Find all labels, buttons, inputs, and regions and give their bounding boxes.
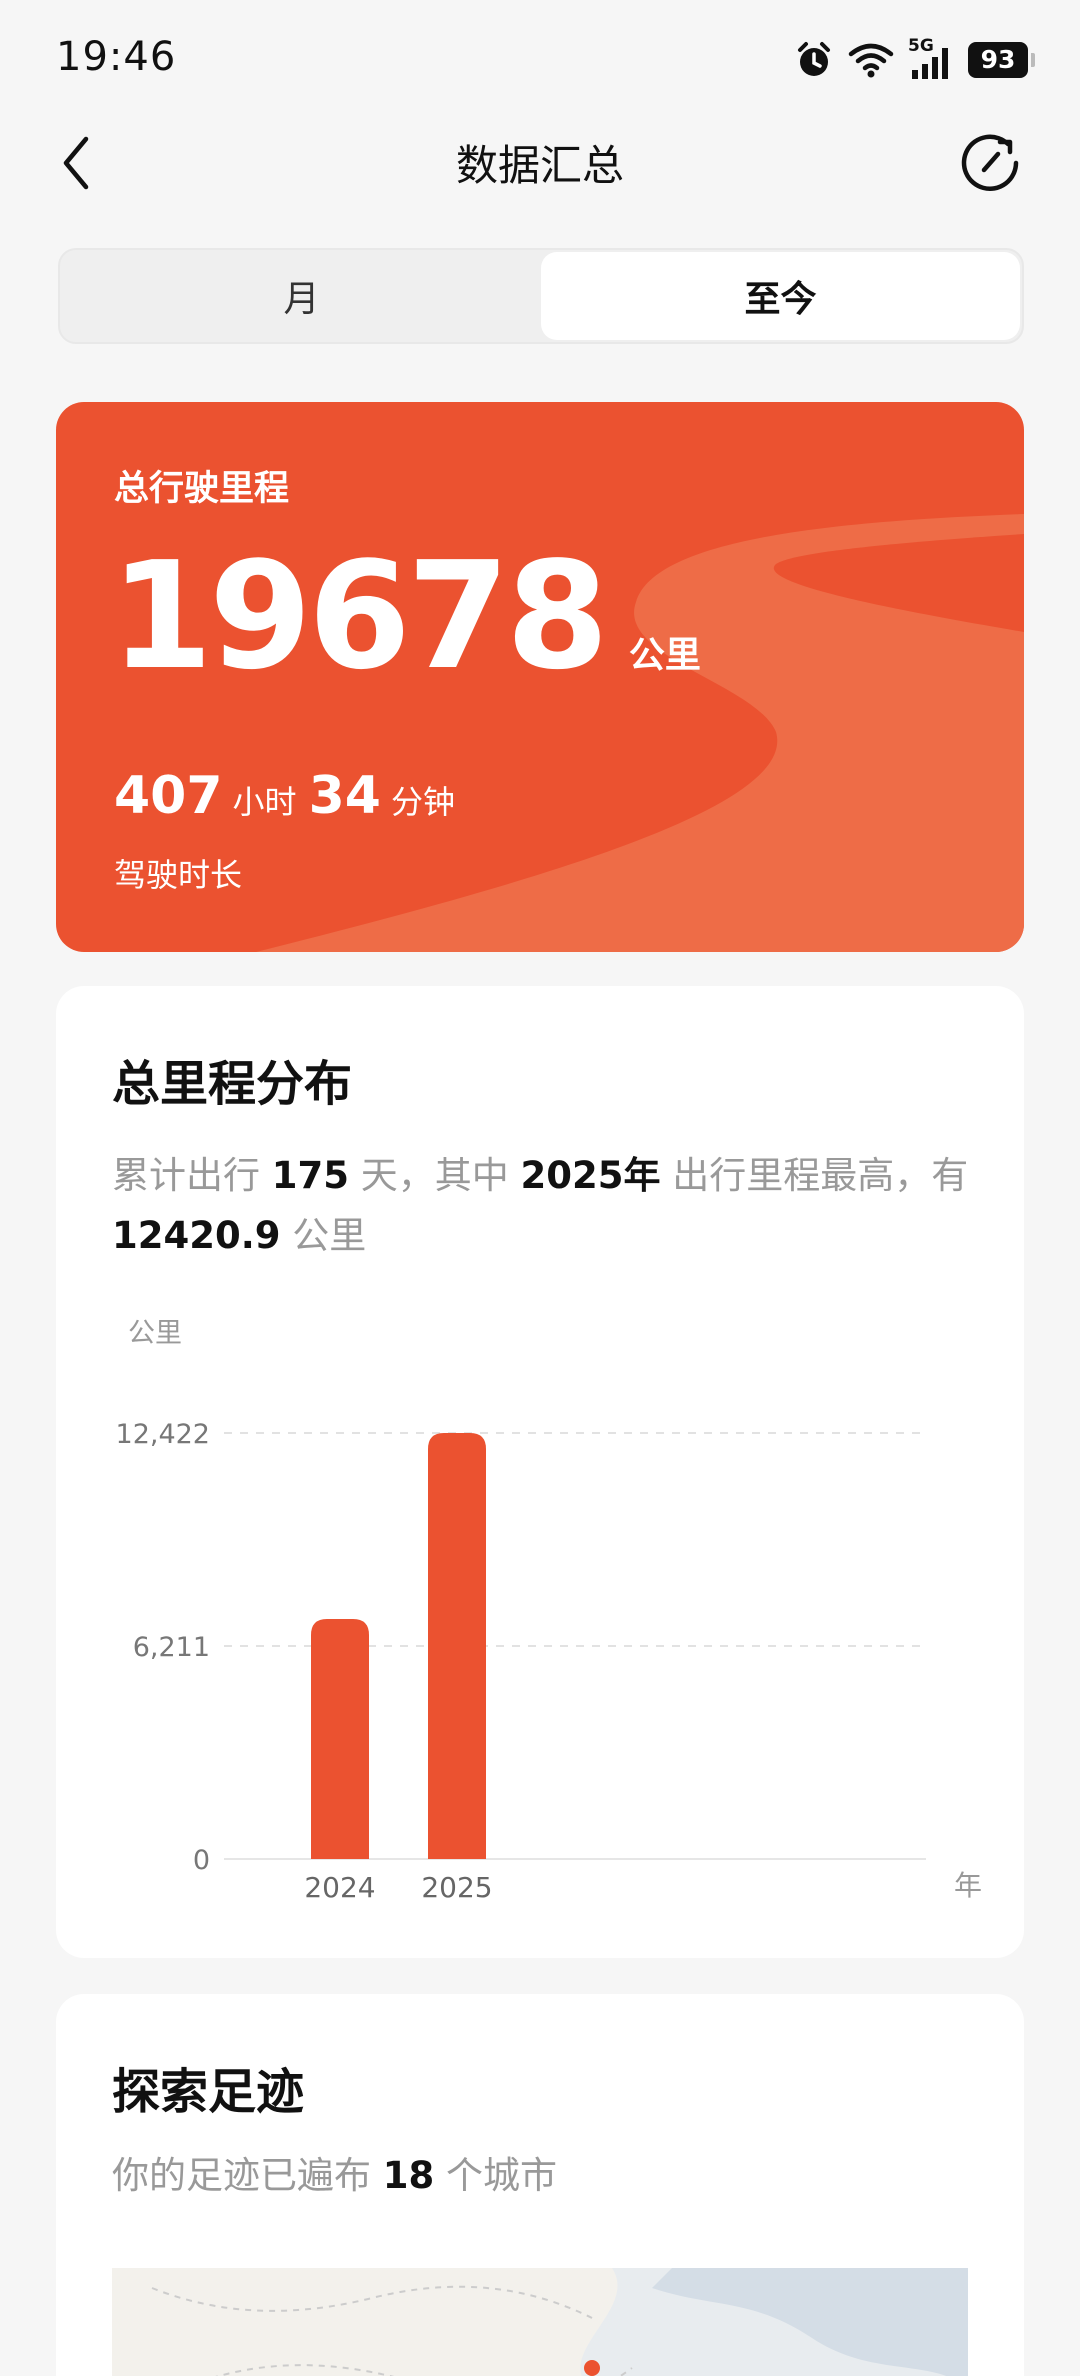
footprint-card: 探索足迹 你的足迹已遍布 18 个城市	[56, 1994, 1024, 2376]
page-title: 数据汇总	[455, 141, 624, 190]
status-bar: 19:46 5G 93	[0, 0, 1080, 120]
driving-duration: 407 小时 34 分钟	[114, 766, 467, 826]
total-mileage-value: 19678 公里	[110, 542, 701, 690]
top-navigation-bar: 数据汇总	[0, 120, 1080, 204]
footprint-description: 你的足迹已遍布 18 个城市	[112, 2146, 992, 2206]
total-mileage-card: 总行驶里程 19678 公里 407 小时 34 分钟 驾驶时长	[56, 402, 1024, 952]
wifi-icon	[848, 42, 894, 78]
mileage-distribution-card: 总里程分布 累计出行 175 天，其中 2025年 出行里程最高，有 12420…	[56, 986, 1024, 1958]
tab-to-date[interactable]: 至今	[541, 252, 1020, 340]
bar	[311, 1618, 369, 1859]
hours-unit: 小时	[232, 783, 297, 821]
city-count: 18	[382, 2154, 435, 2197]
duration-minutes: 34	[308, 766, 381, 826]
cellular-signal-icon: 5G	[908, 36, 954, 80]
period-segmented-control: 月 至今	[58, 248, 1024, 344]
alarm-icon	[794, 40, 834, 80]
total-distance-number: 19678	[110, 530, 609, 702]
total-mileage-label: 总行驶里程	[114, 469, 290, 509]
y-tick-label: 12,422	[116, 1419, 210, 1450]
status-icons: 5G 93	[794, 36, 1035, 84]
x-tick-label: 2025	[421, 1871, 492, 1904]
duration-label: 驾驶时长	[114, 856, 243, 894]
y-tick-label: 6,211	[133, 1632, 210, 1663]
y-tick-label: 0	[193, 1845, 210, 1876]
tab-month[interactable]: 月	[62, 252, 541, 340]
map-illustration	[112, 2268, 968, 2376]
battery-indicator: 93	[968, 42, 1035, 78]
status-time: 19:46	[56, 34, 177, 80]
x-axis-label: 年	[954, 1869, 982, 1902]
duration-hours: 407	[114, 766, 223, 826]
distance-unit: 公里	[628, 635, 701, 676]
footprint-desc-suffix: 个城市	[446, 2154, 558, 2197]
bar	[428, 1433, 486, 1859]
minutes-unit: 分钟	[390, 783, 455, 821]
refresh-button[interactable]	[958, 128, 1024, 198]
footprint-map[interactable]	[112, 2268, 968, 2376]
footprint-title: 探索足迹	[112, 2064, 305, 2120]
refresh-icon	[961, 134, 1019, 191]
y-axis-label: 公里	[128, 1318, 182, 1349]
footprint-desc-prefix: 你的足迹已遍布	[112, 2154, 371, 2197]
mileage-bar-chart: 公里 0 6,211 12,422 2024 2025 年	[116, 1318, 983, 1904]
x-tick-label: 2024	[304, 1871, 375, 1904]
